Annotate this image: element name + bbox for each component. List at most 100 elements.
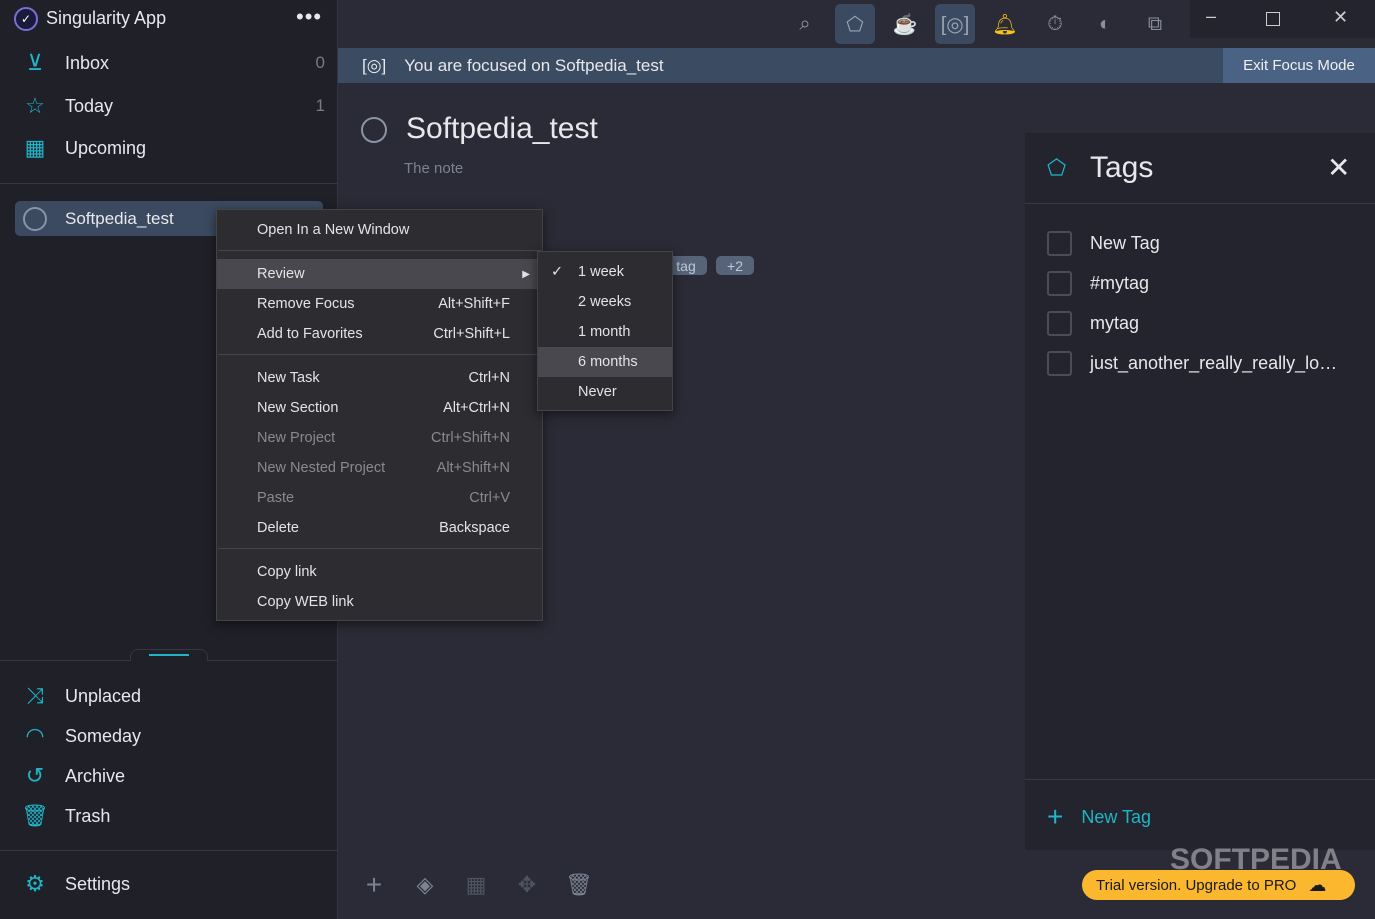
sidebar-item-inbox[interactable]: ⊻ Inbox 0	[20, 50, 325, 76]
shortcut: Backspace	[439, 520, 510, 536]
count: 0	[315, 53, 325, 72]
app-title: Singularity App	[46, 8, 167, 28]
project-complete-checkbox[interactable]	[361, 117, 387, 143]
label: Upcoming	[65, 137, 147, 158]
project-label: Softpedia_test	[65, 209, 174, 228]
tags-title: Tags	[1090, 151, 1154, 184]
menu-item-open-new-window[interactable]: Open In a New Window	[217, 215, 542, 245]
project-title[interactable]: Softpedia_test	[406, 112, 598, 146]
label: New Project	[257, 430, 336, 446]
label: Delete	[257, 520, 299, 536]
focus-icon: [◎]	[362, 55, 387, 75]
menu-item-new-section[interactable]: New Section Alt+Ctrl+N	[217, 393, 542, 423]
bell-icon[interactable]: 🔔︎	[985, 4, 1025, 44]
resize-handle[interactable]	[130, 649, 208, 661]
sidebar-item-trash[interactable]: 🗑 Trash	[20, 803, 320, 829]
menu-item-delete[interactable]: Delete Backspace	[217, 513, 542, 543]
menu-item-paste[interactable]: Paste Ctrl+V	[217, 483, 542, 513]
cloud-icon: ☁︎	[1308, 874, 1327, 895]
sidebar-item-today[interactable]: ☆ Today 1	[20, 93, 325, 119]
tag-icon[interactable]: ⬠	[835, 4, 875, 44]
menu-item-add-favorites[interactable]: Add to Favorites Ctrl+Shift+L	[217, 319, 542, 349]
check-icon: ✓	[551, 264, 564, 280]
chevron-right-icon: ▶	[522, 268, 530, 280]
contrast-icon[interactable]: ◐	[1085, 4, 1125, 44]
upgrade-pro-button[interactable]: Trial version. Upgrade to PRO ☁︎	[1082, 870, 1355, 900]
menu-item-copy-web-link[interactable]: Copy WEB link	[217, 587, 542, 617]
label: Remove Focus	[257, 296, 355, 312]
tag-item[interactable]: mytag	[1047, 311, 1139, 336]
label: 1 week	[578, 264, 624, 280]
close-window-button[interactable]: ✕	[1333, 7, 1348, 28]
tag-item[interactable]: #mytag	[1047, 271, 1149, 296]
app-logo-icon: ✓	[14, 7, 38, 31]
label: 1 month	[578, 324, 631, 340]
divider	[0, 183, 338, 184]
checkbox[interactable]	[1047, 311, 1072, 336]
label: #mytag	[1090, 273, 1150, 293]
submenu-never[interactable]: Never	[538, 377, 672, 407]
label: Unplaced	[65, 685, 142, 706]
menu-item-review[interactable]: Review ▶	[217, 259, 542, 289]
search-icon[interactable]: ⌕	[785, 4, 825, 44]
shortcut: Ctrl+Shift+N	[431, 430, 510, 446]
new-tag-button[interactable]: + New Tag	[1047, 801, 1151, 833]
more-tags-pill[interactable]: +2	[716, 256, 754, 275]
label: 6 months	[578, 354, 638, 370]
menu-item-new-project[interactable]: New Project Ctrl+Shift+N	[217, 423, 542, 453]
label: Trial version. Upgrade to PRO	[1096, 876, 1297, 894]
trash-icon[interactable]: 🗑	[565, 872, 593, 898]
label: just_another_really_really_lo…	[1090, 353, 1338, 373]
label: Settings	[65, 873, 131, 894]
menu-item-new-nested-project[interactable]: New Nested Project Alt+Shift+N	[217, 453, 542, 483]
shortcut: Ctrl+V	[469, 490, 510, 506]
trash-icon: 🗑	[21, 803, 49, 828]
project-circle-icon	[23, 207, 47, 231]
star-icon: ☆	[25, 93, 45, 118]
add-icon[interactable]: +	[361, 869, 387, 900]
submenu-2-weeks[interactable]: 2 weeks	[538, 287, 672, 317]
sidebar-item-upcoming[interactable]: ▦ Upcoming	[20, 135, 320, 161]
windows-icon[interactable]: ⧉	[1135, 4, 1175, 44]
label: Today	[65, 95, 114, 116]
inbox-icon: ⊻	[26, 50, 44, 75]
checkbox[interactable]	[1047, 351, 1072, 376]
layers-icon[interactable]: ◈	[412, 872, 438, 898]
submenu-1-month[interactable]: 1 month	[538, 317, 672, 347]
label: Never	[578, 384, 617, 400]
sidebar-item-archive[interactable]: ↺ Archive	[20, 763, 320, 789]
sidebar-item-settings[interactable]: ⚙ Settings	[20, 871, 320, 897]
label: New Tag	[1081, 806, 1152, 827]
calendar-icon: ▦	[24, 135, 46, 160]
sidebar-item-someday[interactable]: ◠ Someday	[20, 723, 320, 749]
label: New Task	[257, 370, 320, 386]
tag-icon: ⬠	[1047, 155, 1067, 180]
label: New Tag	[1090, 233, 1160, 253]
calendar-icon[interactable]: ▦	[463, 872, 489, 898]
ellipsis-icon[interactable]: •••	[296, 4, 322, 30]
tag-item[interactable]: just_another_really_really_lo…	[1047, 351, 1337, 376]
label: Open In a New Window	[257, 222, 410, 238]
menu-item-copy-link[interactable]: Copy link	[217, 557, 542, 587]
coffee-icon[interactable]: ☕	[885, 4, 925, 44]
submenu-1-week[interactable]: ✓ 1 week	[538, 257, 672, 287]
history-icon: ↺	[25, 763, 45, 788]
project-note[interactable]: The note	[404, 160, 463, 177]
label: Paste	[257, 490, 295, 506]
checkbox[interactable]	[1047, 271, 1072, 296]
stopwatch-icon[interactable]: ⏱︎	[1035, 4, 1075, 44]
focus-icon[interactable]: [◎]	[935, 4, 975, 44]
exit-focus-button[interactable]: Exit Focus Mode	[1223, 48, 1375, 83]
tag-item[interactable]: New Tag	[1047, 231, 1160, 256]
move-icon[interactable]: ✥	[514, 872, 540, 898]
submenu-6-months[interactable]: 6 months	[538, 347, 672, 377]
close-icon[interactable]: ✕	[1327, 151, 1350, 184]
menu-item-new-task[interactable]: New Task Ctrl+N	[217, 363, 542, 393]
maximize-button[interactable]	[1266, 12, 1280, 26]
sidebar-item-unplaced[interactable]: ⤨ Unplaced	[20, 683, 320, 709]
label: Archive	[65, 765, 126, 786]
minimize-button[interactable]: –	[1206, 6, 1216, 27]
label: mytag	[1090, 313, 1140, 333]
checkbox[interactable]	[1047, 231, 1072, 256]
menu-item-remove-focus[interactable]: Remove Focus Alt+Shift+F	[217, 289, 542, 319]
